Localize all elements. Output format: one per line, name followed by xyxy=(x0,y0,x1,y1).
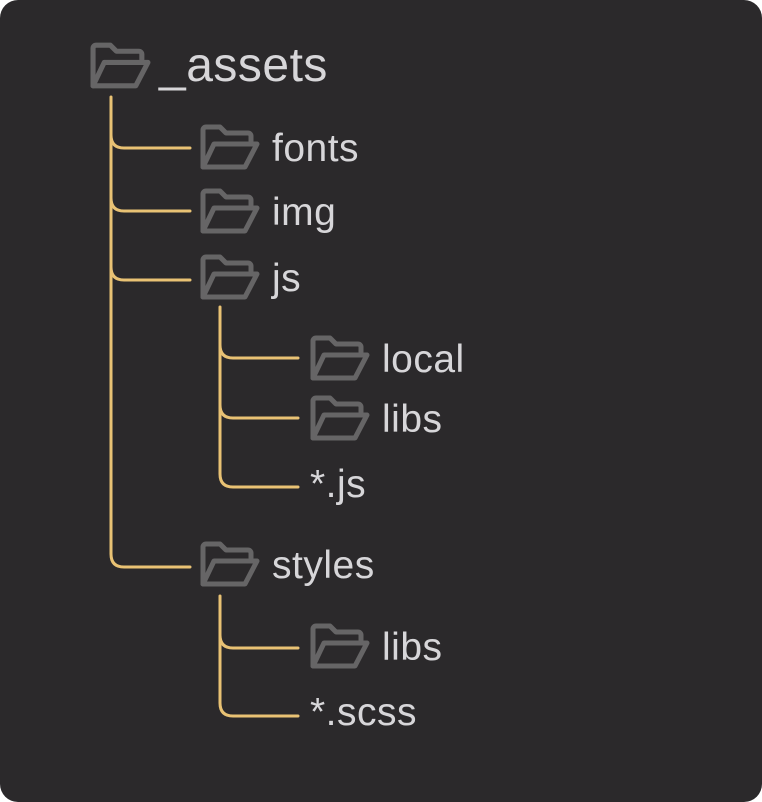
folder-js[interactable]: js xyxy=(200,250,301,306)
folder-open-icon xyxy=(310,623,370,671)
folder-styles-libs-label: libs xyxy=(382,625,443,669)
file-js-glob-label: *.js xyxy=(310,462,367,506)
folder-js-label: js xyxy=(272,256,302,300)
folder-assets-label: _assets xyxy=(159,39,328,92)
connector-img xyxy=(109,196,192,213)
folder-styles-label: styles xyxy=(272,543,375,587)
folder-open-icon xyxy=(310,395,370,443)
folder-open-icon xyxy=(200,254,260,302)
connector-styles-libs xyxy=(218,633,300,650)
folder-fonts[interactable]: fonts xyxy=(200,120,359,176)
folder-img-label: img xyxy=(272,190,337,234)
connector-fonts xyxy=(109,133,192,150)
connector-js-trunk xyxy=(218,305,300,489)
connector-styles-trunk xyxy=(218,594,300,718)
folder-open-icon xyxy=(310,335,370,383)
file-js-glob[interactable]: *.js xyxy=(310,456,366,512)
folder-open-icon xyxy=(200,124,260,172)
folder-styles-libs[interactable]: libs xyxy=(310,619,443,675)
folder-js-libs-label: libs xyxy=(382,397,443,441)
folder-open-icon xyxy=(200,188,260,236)
folder-open-icon xyxy=(90,42,151,91)
folder-js-local[interactable]: local xyxy=(310,331,465,387)
file-tree-panel: _assets fonts img js local libs *.js sty… xyxy=(0,0,762,802)
folder-js-libs[interactable]: libs xyxy=(310,391,443,447)
file-scss-glob-label: *.scss xyxy=(310,690,418,734)
connector-js-libs xyxy=(218,403,300,420)
folder-styles[interactable]: styles xyxy=(200,537,375,593)
folder-js-local-label: local xyxy=(382,337,465,381)
folder-img[interactable]: img xyxy=(200,184,336,240)
connector-js xyxy=(109,265,192,282)
connector-js-local xyxy=(218,343,300,360)
file-scss-glob[interactable]: *.scss xyxy=(310,684,417,740)
connector-root-trunk xyxy=(109,95,192,569)
folder-assets[interactable]: _assets xyxy=(90,38,328,94)
folder-fonts-label: fonts xyxy=(272,126,360,170)
folder-open-icon xyxy=(200,541,260,589)
